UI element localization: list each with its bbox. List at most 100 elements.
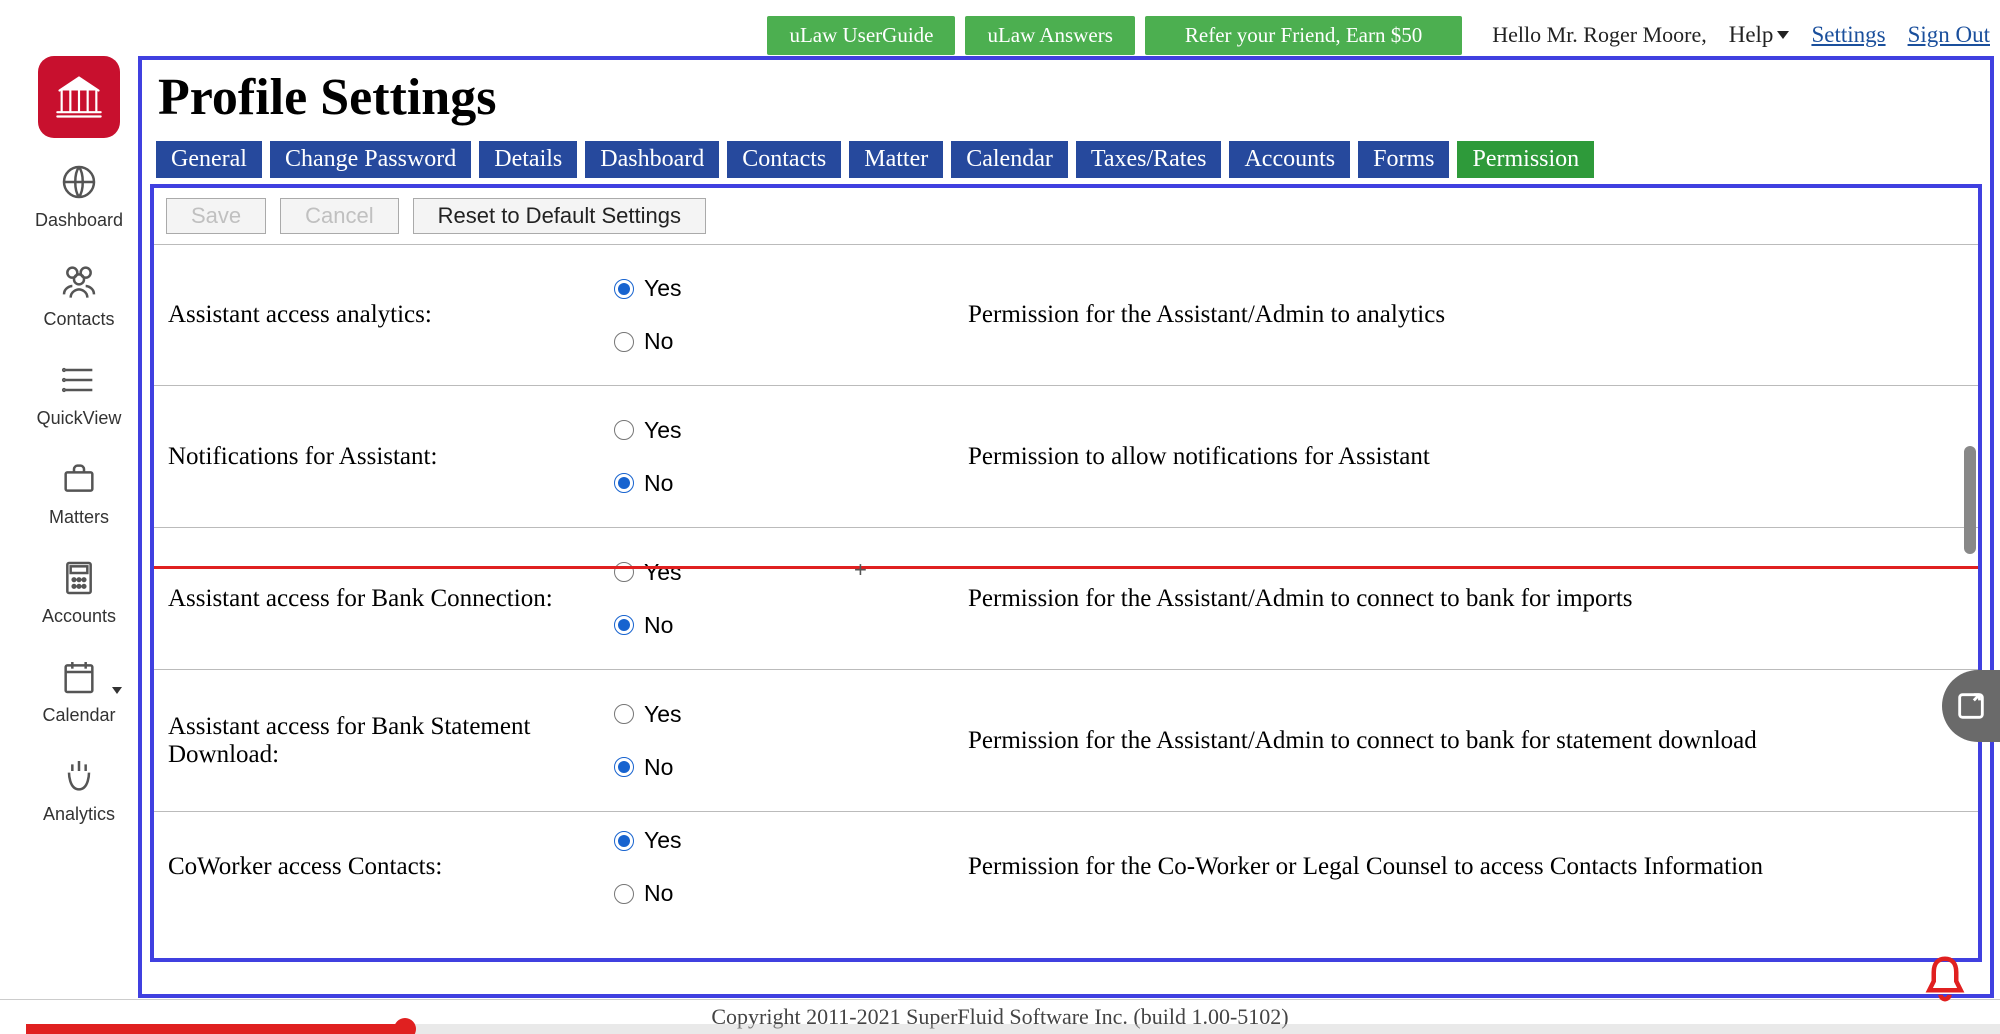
sidebar-item-label: Dashboard	[35, 210, 123, 231]
permission-label: Assistant access for Bank Statement Down…	[154, 713, 606, 769]
save-button[interactable]: Save	[166, 198, 266, 234]
radio-input[interactable]	[614, 884, 634, 904]
radio-label: Yes	[644, 701, 682, 728]
radio-no[interactable]: No	[614, 470, 968, 497]
permission-label: Notifications for Assistant:	[154, 443, 606, 471]
people-icon	[57, 259, 101, 303]
bell-icon	[1918, 952, 1972, 1006]
bank-icon	[53, 71, 105, 123]
sidebar-item-analytics[interactable]: Analytics	[43, 754, 115, 825]
progress-fill	[26, 1024, 406, 1034]
tab-general[interactable]: General	[156, 141, 262, 178]
radio-label: Yes	[644, 275, 682, 302]
permission-label: Assistant access for Bank Connection:	[154, 585, 606, 613]
tab-change-password[interactable]: Change Password	[270, 141, 471, 178]
permission-description: Permission for the Assistant/Admin to co…	[968, 727, 1978, 755]
radio-label: No	[644, 754, 673, 781]
cancel-button[interactable]: Cancel	[280, 198, 398, 234]
refer-button[interactable]: Refer your Friend, Earn $50	[1145, 16, 1462, 55]
radio-input[interactable]	[614, 332, 634, 352]
permission-description: Permission for the Assistant/Admin to an…	[968, 301, 1978, 329]
app-logo[interactable]	[38, 56, 120, 138]
permission-label: CoWorker access Contacts:	[154, 853, 606, 881]
tab-accounts[interactable]: Accounts	[1229, 141, 1350, 178]
radio-input[interactable]	[614, 279, 634, 299]
radio-label: Yes	[644, 827, 682, 854]
tab-calendar[interactable]: Calendar	[951, 141, 1068, 178]
radio-label: Yes	[644, 559, 682, 586]
sidebar-item-label: QuickView	[37, 408, 122, 429]
sidebar-item-label: Matters	[49, 507, 109, 528]
permission-radios: Yes No	[606, 701, 968, 781]
permission-row: CoWorker access Contacts: Yes No Permiss…	[154, 812, 1978, 922]
signout-link[interactable]: Sign Out	[1908, 22, 1990, 48]
radio-input[interactable]	[614, 831, 634, 851]
permission-description: Permission to allow notifications for As…	[968, 443, 1978, 471]
radio-input[interactable]	[614, 704, 634, 724]
chevron-down-icon	[1777, 31, 1789, 39]
permission-description: Permission for the Co-Worker or Legal Co…	[968, 853, 1978, 881]
radio-yes[interactable]: Yes	[614, 417, 968, 444]
tab-details[interactable]: Details	[479, 141, 577, 178]
calendar-icon	[57, 655, 101, 699]
sidebar-item-accounts[interactable]: Accounts	[42, 556, 116, 627]
radio-no[interactable]: No	[614, 328, 968, 355]
tab-matter[interactable]: Matter	[849, 141, 943, 178]
userguide-button[interactable]: uLaw UserGuide	[767, 16, 955, 55]
radio-label: No	[644, 880, 673, 907]
radio-no[interactable]: No	[614, 754, 968, 781]
sidebar-item-label: Contacts	[43, 309, 114, 330]
settings-link[interactable]: Settings	[1811, 22, 1885, 48]
video-progress-bar[interactable]	[26, 1024, 2000, 1034]
notifications-button[interactable]	[1918, 952, 1976, 1010]
tab-taxes-rates[interactable]: Taxes/Rates	[1076, 141, 1222, 178]
permission-row: Notifications for Assistant: Yes No Perm…	[154, 386, 1978, 528]
sidebar-item-label: Accounts	[42, 606, 116, 627]
radio-yes[interactable]: Yes	[614, 827, 968, 854]
help-dropdown[interactable]: Help	[1729, 22, 1790, 48]
reset-defaults-button[interactable]: Reset to Default Settings	[413, 198, 706, 234]
permissions-table: Assistant access analytics: Yes No Permi…	[154, 244, 1978, 922]
scrollbar-thumb[interactable]	[1964, 446, 1976, 554]
tab-forms[interactable]: Forms	[1358, 141, 1449, 178]
help-label: Help	[1729, 22, 1774, 48]
settings-inner-panel: Save Cancel Reset to Default Settings As…	[150, 184, 1982, 962]
radio-input[interactable]	[614, 562, 634, 582]
hello-user: Hello Mr. Roger Moore,	[1492, 22, 1706, 48]
radio-yes[interactable]: Yes	[614, 701, 968, 728]
sidebar-item-contacts[interactable]: Contacts	[43, 259, 114, 330]
permission-row: Assistant access analytics: Yes No Permi…	[154, 244, 1978, 386]
radio-yes[interactable]: Yes	[614, 559, 968, 586]
list-icon	[57, 358, 101, 402]
radio-input[interactable]	[614, 420, 634, 440]
radio-yes[interactable]: Yes	[614, 275, 968, 302]
sidebar-item-calendar[interactable]: Calendar	[42, 655, 115, 726]
radio-input[interactable]	[614, 473, 634, 493]
tab-permission[interactable]: Permission	[1457, 141, 1594, 178]
page-title: Profile Settings	[142, 60, 1990, 141]
tab-contacts[interactable]: Contacts	[727, 141, 841, 178]
sidebar-item-quickview[interactable]: QuickView	[37, 358, 122, 429]
sidebar: Dashboard Contacts QuickView Matters Acc…	[26, 56, 132, 853]
permission-radios: Yes No	[606, 417, 968, 497]
sidebar-item-dashboard[interactable]: Dashboard	[35, 160, 123, 231]
radio-input[interactable]	[614, 757, 634, 777]
radio-label: Yes	[644, 417, 682, 444]
radio-input[interactable]	[614, 615, 634, 635]
permission-row: Assistant access for Bank Statement Down…	[154, 670, 1978, 812]
calculator-icon	[57, 556, 101, 600]
globe-icon	[57, 160, 101, 204]
radio-no[interactable]: No	[614, 880, 968, 907]
action-row: Save Cancel Reset to Default Settings	[154, 188, 1978, 244]
tab-dashboard[interactable]: Dashboard	[585, 141, 719, 178]
sidebar-item-matters[interactable]: Matters	[49, 457, 109, 528]
radio-no[interactable]: No	[614, 612, 968, 639]
sidebar-item-label: Calendar	[42, 705, 115, 726]
radio-label: No	[644, 470, 673, 497]
main-panel: Profile Settings General Change Password…	[138, 56, 1994, 998]
answers-button[interactable]: uLaw Answers	[965, 16, 1134, 55]
permission-radios: Yes No	[606, 559, 968, 639]
progress-handle[interactable]	[394, 1018, 416, 1034]
permission-radios: Yes No	[606, 275, 968, 355]
permission-description: Permission for the Assistant/Admin to co…	[968, 585, 1978, 613]
